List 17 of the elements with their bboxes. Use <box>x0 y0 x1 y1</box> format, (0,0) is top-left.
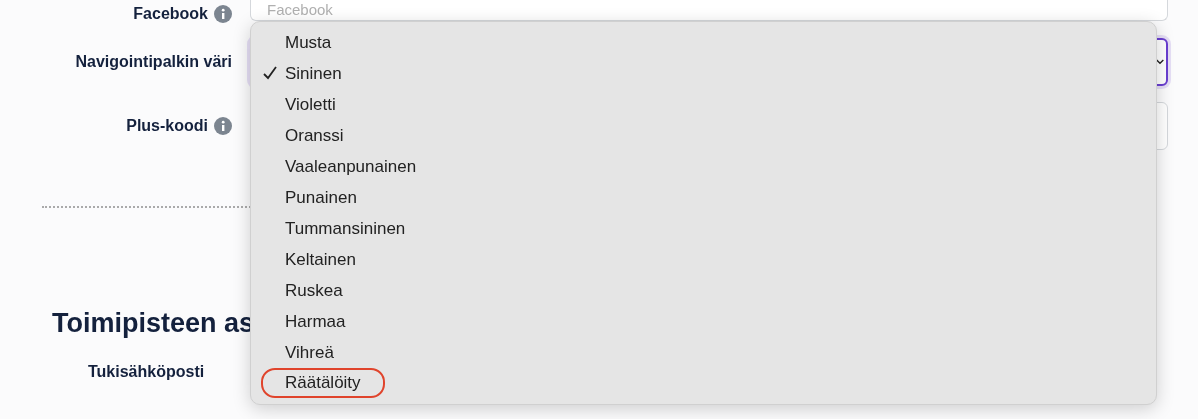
field-label: Navigointipalkin väri <box>75 52 232 72</box>
menu-option[interactable]: Vaaleanpunainen <box>251 151 417 182</box>
input-field[interactable]: Facebook <box>250 0 1168 21</box>
menu-option[interactable]: Harmaa <box>251 306 346 337</box>
menu-option[interactable]: Violetti <box>251 89 336 120</box>
menu-option[interactable]: Oranssi <box>251 120 344 151</box>
menu-option[interactable]: Sininen <box>251 58 342 89</box>
menu-option[interactable]: Vihreä <box>251 337 334 368</box>
menu-option[interactable]: Punainen <box>251 182 357 213</box>
menu-option[interactable]: Musta <box>251 27 332 58</box>
menu-option[interactable]: Ruskea <box>251 275 343 306</box>
field-label: Facebook <box>133 4 208 24</box>
field-label: Plus-koodi <box>126 116 208 136</box>
menu-option[interactable]: Räätälöity <box>261 368 385 398</box>
menu-option[interactable]: Tummansininen <box>251 213 406 244</box>
menu-option[interactable]: Keltainen <box>251 244 356 275</box>
field-label: Tukisähköposti <box>88 361 205 382</box>
